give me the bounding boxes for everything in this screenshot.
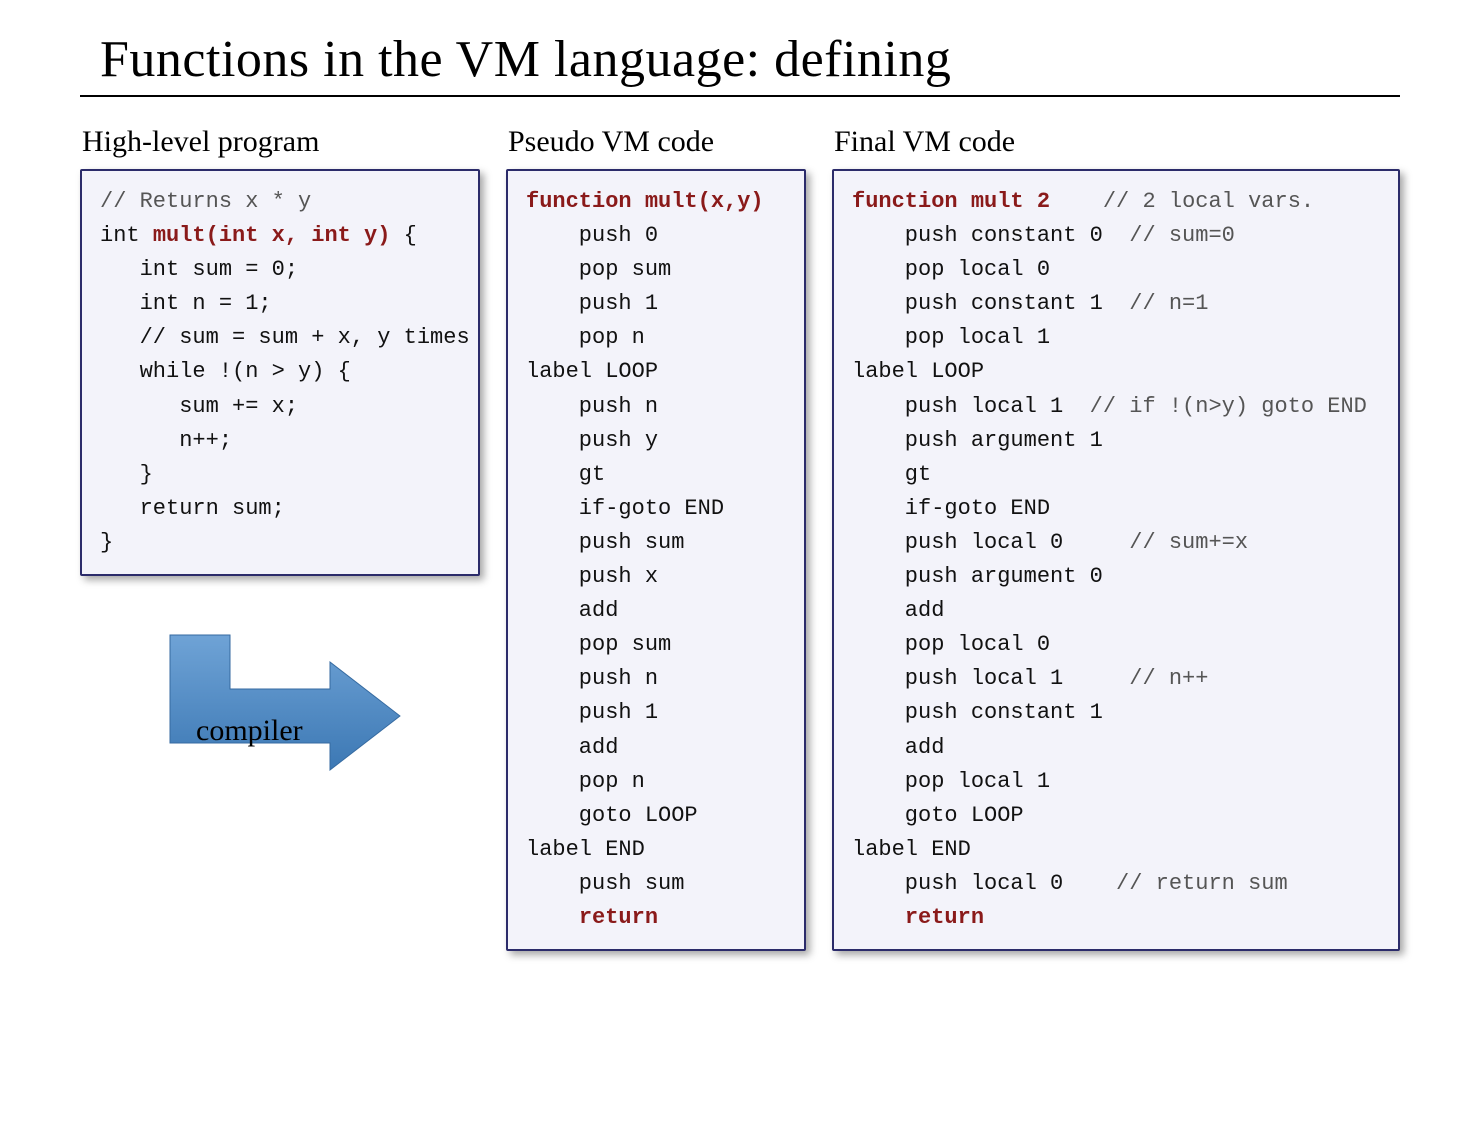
code-high-level: // Returns x * y int mult(int x, int y) … bbox=[100, 185, 456, 560]
column-high-level: High-level program // Returns x * y int … bbox=[80, 125, 480, 776]
codebox-high-level: // Returns x * y int mult(int x, int y) … bbox=[80, 169, 480, 576]
column-heading-pseudo: Pseudo VM code bbox=[508, 125, 806, 159]
column-heading-final: Final VM code bbox=[834, 125, 1400, 159]
arrow-label: compiler bbox=[196, 714, 303, 748]
columns: High-level program // Returns x * y int … bbox=[80, 125, 1400, 951]
page-title: Functions in the VM language: defining bbox=[80, 20, 1400, 97]
codebox-final-vm: function mult 2 // 2 local vars. push co… bbox=[832, 169, 1400, 951]
codebox-pseudo-vm: function mult(x,y) push 0 pop sum push 1… bbox=[506, 169, 806, 951]
compiler-arrow: compiler bbox=[160, 626, 410, 776]
slide: Functions in the VM language: defining H… bbox=[0, 0, 1470, 951]
column-heading-high: High-level program bbox=[82, 125, 480, 159]
column-final-vm: Final VM code function mult 2 // 2 local… bbox=[832, 125, 1400, 951]
code-final-vm: function mult 2 // 2 local vars. push co… bbox=[852, 185, 1376, 935]
column-pseudo-vm: Pseudo VM code function mult(x,y) push 0… bbox=[506, 125, 806, 951]
arrow-icon bbox=[160, 626, 410, 776]
code-pseudo-vm: function mult(x,y) push 0 pop sum push 1… bbox=[526, 185, 782, 935]
